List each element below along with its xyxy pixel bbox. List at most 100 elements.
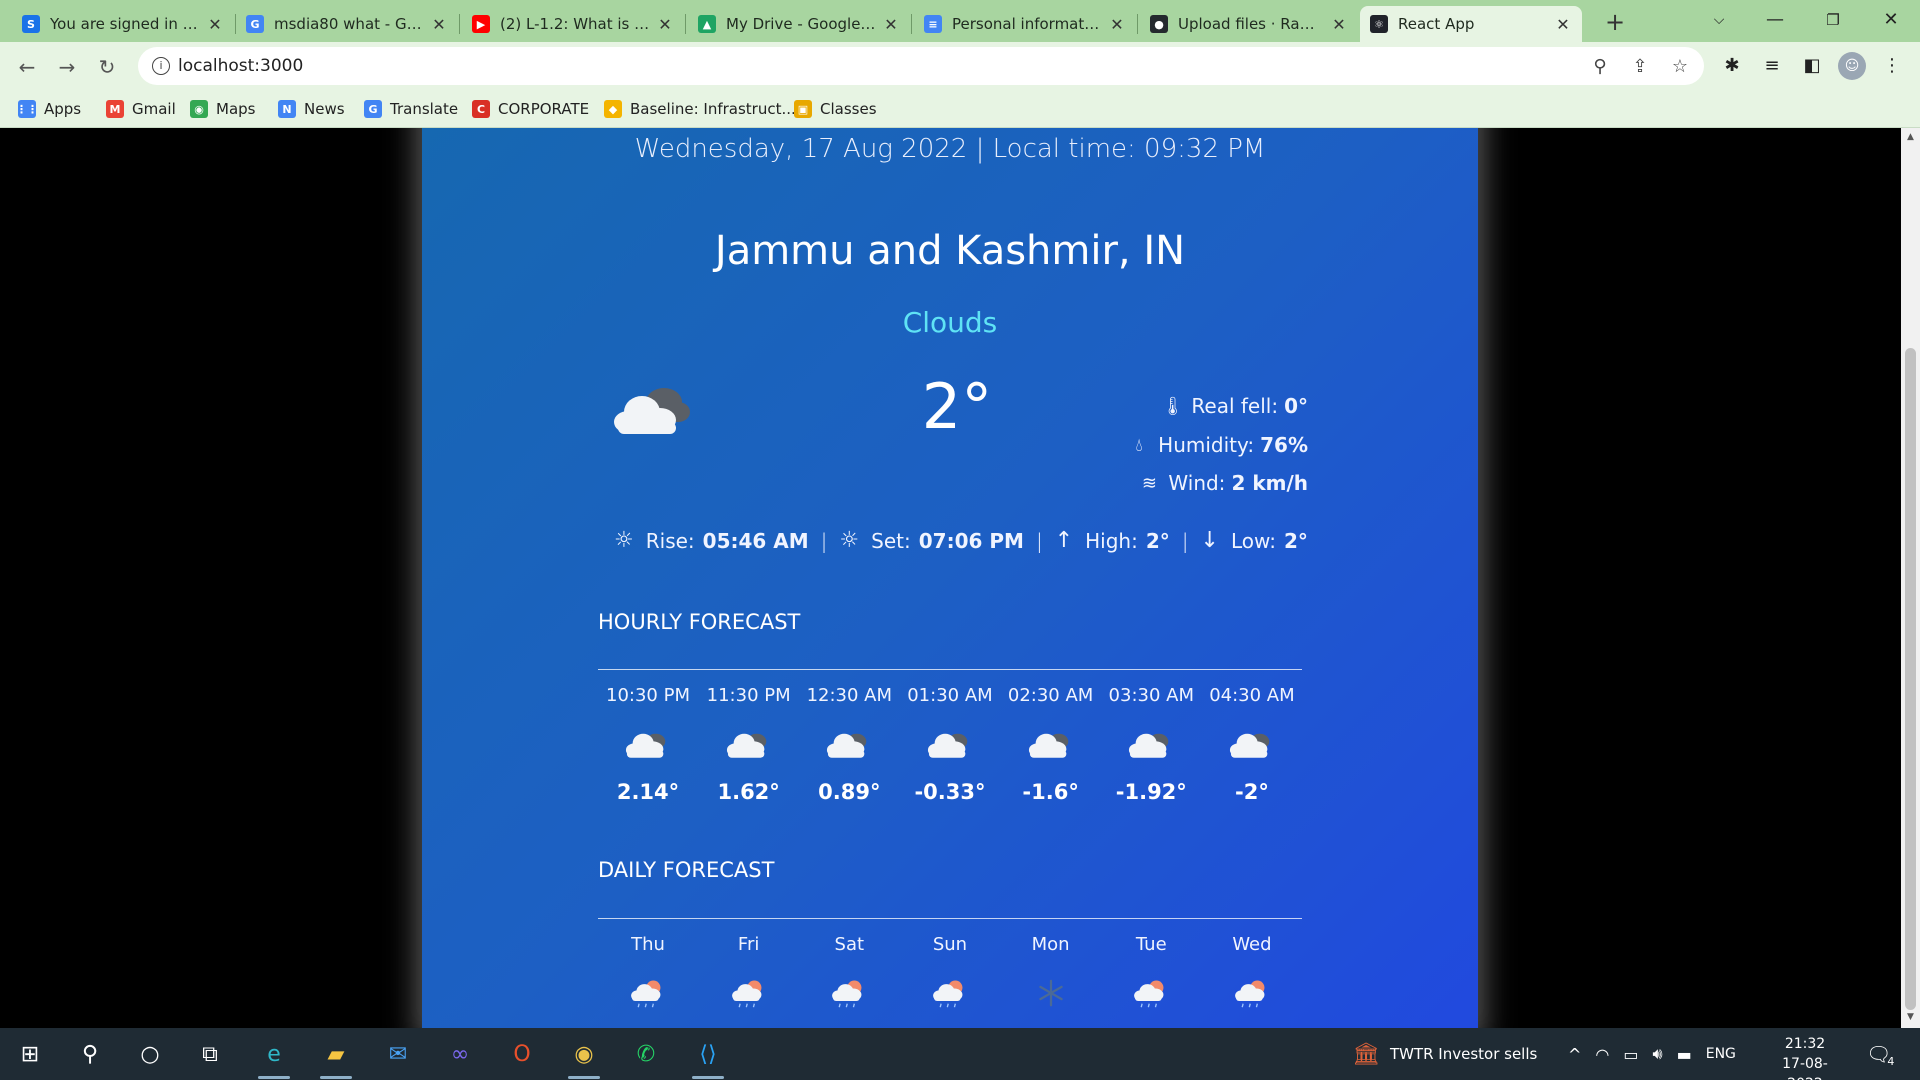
scroll-down-arrow-icon[interactable]: ▼ xyxy=(1905,1012,1916,1022)
bookmark-item[interactable]: C CORPORATE xyxy=(472,98,589,120)
file-explorer-icon[interactable]: ▰ xyxy=(316,1036,356,1079)
scrollbar-thumb[interactable] xyxy=(1905,348,1916,1010)
bookmark-label: Translate xyxy=(390,100,459,118)
share-icon[interactable]: ⇪ xyxy=(1628,55,1652,79)
news-ticker-text: TWTR Investor sells xyxy=(1389,1045,1538,1063)
back-button[interactable]: ← xyxy=(12,52,42,82)
language-indicator[interactable]: ENG xyxy=(1706,1046,1736,1062)
tab-close-icon[interactable]: ✕ xyxy=(1554,15,1572,34)
low-value: 2° xyxy=(1283,528,1308,553)
page-viewport: Wednesday, 17 Aug 2022 | Local time: 09:… xyxy=(0,128,1901,1028)
forecast-time: 01:30 AM xyxy=(907,685,993,706)
browser-tab[interactable]: ≡ Personal information ✕ xyxy=(914,6,1136,42)
vs-icon[interactable]: ∞ xyxy=(440,1036,480,1072)
zoom-icon[interactable]: ⚲ xyxy=(1588,55,1612,79)
arrow-down-icon: ↓ xyxy=(1200,528,1219,553)
tab-close-icon[interactable]: ✕ xyxy=(1330,15,1348,34)
tab-title: (2) L-1.2: What is Algo xyxy=(500,15,650,33)
task-view-icon[interactable]: ⧉ xyxy=(190,1036,230,1072)
forecast-day: Sat xyxy=(834,934,865,955)
edge-icon[interactable]: e xyxy=(254,1036,294,1079)
cortana-icon[interactable]: ○ xyxy=(130,1036,170,1072)
wind-label: Wind: xyxy=(1168,471,1226,495)
bookmark-label: Apps xyxy=(44,100,82,118)
browser-tab[interactable]: ● Upload files · Raushar ✕ xyxy=(1140,6,1358,42)
mail-icon[interactable]: ✉ xyxy=(378,1036,418,1072)
notification-center-icon[interactable]: 🗨︎ 4 xyxy=(1866,1028,1894,1080)
daily-forecast-title: DAILY FORECAST xyxy=(598,858,775,882)
bookmark-item[interactable]: M Gmail xyxy=(106,98,176,120)
tab-favicon-icon: ▶ xyxy=(472,15,490,33)
wind-value: 2 km/h xyxy=(1231,471,1308,495)
forward-button[interactable]: → xyxy=(52,52,82,82)
forecast-day: Mon xyxy=(1031,934,1070,955)
reading-list-icon[interactable]: ≡ xyxy=(1758,52,1786,80)
bookmark-item[interactable]: G Translate xyxy=(364,98,458,120)
address-url[interactable]: localhost:3000 xyxy=(178,56,303,76)
bookmark-item[interactable]: ▣ Classes xyxy=(794,98,877,120)
menu-kebab-icon[interactable]: ⋮ xyxy=(1878,52,1906,80)
page-scrollbar[interactable]: ▲ ▼ xyxy=(1901,128,1920,1028)
humidity-value: 76% xyxy=(1260,433,1308,457)
search-icon[interactable]: ⚲ xyxy=(70,1036,110,1072)
address-bar[interactable]: i localhost:3000 ⚲ ⇪ ☆ xyxy=(138,47,1704,85)
chevron-up-icon[interactable]: ^ xyxy=(1568,1045,1581,1064)
bookmark-item[interactable]: N News xyxy=(278,98,345,120)
tab-favicon-icon: S xyxy=(22,15,40,33)
rise-value: 05:46 AM xyxy=(702,528,809,553)
office-icon[interactable]: O xyxy=(502,1036,542,1072)
extensions-icon[interactable]: ✱ xyxy=(1718,52,1746,80)
tab-search-chevron-icon[interactable]: ⌵ xyxy=(1694,0,1744,40)
device-icon[interactable]: ▭ xyxy=(1623,1045,1638,1064)
site-info-icon[interactable]: i xyxy=(152,57,170,75)
volume-icon[interactable]: 🔊︎ xyxy=(1653,1044,1663,1064)
windows-start-icon[interactable]: ⊞ xyxy=(10,1036,50,1072)
bookmark-star-icon[interactable]: ☆ xyxy=(1668,55,1692,79)
tab-title: My Drive - Google Dri xyxy=(726,15,876,33)
profile-avatar[interactable]: ☺ xyxy=(1838,52,1866,80)
tab-close-icon[interactable]: ✕ xyxy=(430,15,448,34)
tab-close-icon[interactable]: ✕ xyxy=(882,15,900,34)
new-tab-button[interactable]: + xyxy=(1600,8,1630,38)
browser-toolbar: ← → ↻ i localhost:3000 ⚲ ⇪ ☆ ✱ ≡ ◧ ☺ ⋮ xyxy=(0,42,1920,90)
bookmark-item[interactable]: ◆ Baseline: Infrastruct... xyxy=(604,98,796,120)
forecast-day: Wed xyxy=(1232,934,1272,955)
bookmark-label: Baseline: Infrastruct... xyxy=(630,100,796,118)
vscode-icon[interactable]: ⟨⟩ xyxy=(688,1036,728,1079)
forecast-time: 02:30 AM xyxy=(1007,685,1094,706)
chrome-icon[interactable]: ◉ xyxy=(564,1036,604,1079)
tray-icons[interactable]: ^ ◠ ▭ 🔊︎ ▬ ENG xyxy=(1568,1028,1736,1080)
cloud-icon xyxy=(612,378,692,438)
battery-icon[interactable]: ▬ xyxy=(1677,1045,1692,1064)
browser-tab[interactable]: ⚛ React App ✕ xyxy=(1360,6,1582,42)
corporate-icon: C xyxy=(472,100,490,118)
browser-tab[interactable]: ▲ My Drive - Google Dri ✕ xyxy=(688,6,910,42)
network-icon[interactable]: ◠ xyxy=(1595,1045,1609,1064)
whatsapp-icon[interactable]: ✆ xyxy=(626,1036,666,1072)
tab-close-icon[interactable]: ✕ xyxy=(1108,15,1126,34)
browser-tab[interactable]: Gmsdia80 what - Goog ✕ xyxy=(236,6,458,42)
side-panel-icon[interactable]: ◧ xyxy=(1798,52,1826,80)
close-window-button[interactable]: ✕ xyxy=(1866,0,1916,40)
bookmark-item[interactable]: ◉ Maps xyxy=(190,98,255,120)
forecast-time: 10:30 PM xyxy=(606,685,690,706)
tab-close-icon[interactable]: ✕ xyxy=(206,15,224,34)
restore-button[interactable]: ❐ xyxy=(1808,0,1858,40)
tab-close-icon[interactable]: ✕ xyxy=(656,15,674,34)
browser-tab[interactable]: S You are signed in as C ✕ xyxy=(12,6,234,42)
tab-separator xyxy=(911,14,912,34)
bookmark-item[interactable]: ⋮⋮ Apps xyxy=(16,98,82,120)
hourly-forecast-item: 12:30 AM 0.89° xyxy=(799,685,899,804)
rain-cloud-icon xyxy=(1202,971,1302,1015)
humidity-row: 💧︎ Humidity: 76% xyxy=(1128,433,1308,457)
scroll-up-arrow-icon[interactable]: ▲ xyxy=(1905,132,1916,142)
tab-favicon-icon: G xyxy=(246,15,264,33)
tab-separator xyxy=(1137,14,1138,34)
reload-button[interactable]: ↻ xyxy=(92,52,122,82)
rise-label: Rise: xyxy=(645,528,695,553)
clock[interactable]: 21:32 17-08-2022 xyxy=(1770,1034,1840,1080)
minimize-button[interactable]: — xyxy=(1750,0,1800,40)
news-widget[interactable]: 🏛︎ TWTR Investor sells xyxy=(1352,1028,1537,1080)
browser-tab[interactable]: ▶ (2) L-1.2: What is Algo ✕ xyxy=(462,6,684,42)
tab-favicon-icon: ▲ xyxy=(698,15,716,33)
